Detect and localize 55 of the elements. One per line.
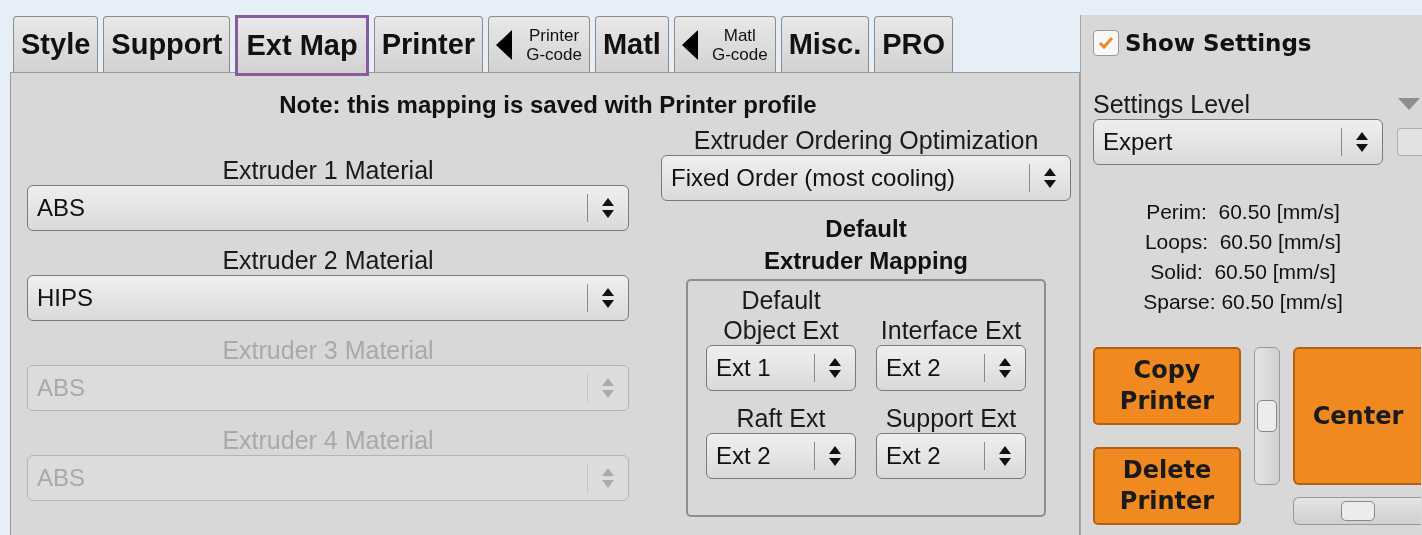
tab[interactable]: Style [13, 16, 99, 72]
tab[interactable]: Matl [594, 16, 669, 72]
slider-thumb[interactable] [1340, 501, 1375, 521]
extruder-dropdown[interactable]: Ext 1 [706, 345, 856, 391]
tab[interactable]: Printer [373, 16, 484, 72]
vertical-slider[interactable] [1254, 347, 1280, 485]
tab[interactable]: Printer G-code [488, 16, 590, 72]
down-triangle-icon[interactable] [1398, 98, 1420, 110]
checkmark-icon [1098, 36, 1114, 50]
checkbox[interactable] [1093, 30, 1119, 56]
tab[interactable]: Ext Map [235, 15, 369, 76]
tab[interactable]: Support [103, 16, 231, 72]
extruder-dropdown[interactable]: Ext 2 [876, 433, 1026, 479]
material-dropdown[interactable]: ABS [27, 185, 629, 231]
field-label: Extruder Ordering Optimization [693, 125, 1039, 155]
spinner-icon [828, 357, 842, 379]
spinner-icon [828, 445, 842, 467]
speed-text: Sparse: 60.50 [mm/s] [1143, 289, 1343, 315]
field-label: Default Object Ext [723, 285, 839, 345]
extruder-dropdown[interactable]: Ext 2 [706, 433, 856, 479]
spinner-icon [601, 197, 615, 219]
spinner-icon [601, 377, 615, 399]
speed-text: Solid: 60.50 [mm/s] [1150, 259, 1336, 285]
spinner-icon [998, 357, 1012, 379]
field-label: Raft Ext [736, 403, 826, 433]
ordering-dropdown[interactable]: Fixed Order (most cooling) [661, 155, 1071, 201]
tab[interactable]: PRO [874, 16, 954, 72]
field-label: Interface Ext [880, 315, 1022, 345]
material-dropdown[interactable]: HIPS [27, 275, 629, 321]
left-triangle-icon [681, 29, 698, 60]
spinner-icon [1043, 167, 1057, 189]
note-text: Note: this mapping is saved with Printer profile [278, 91, 818, 119]
horizontal-slider[interactable] [1293, 497, 1421, 525]
small-button[interactable] [1397, 128, 1422, 156]
section-title: Default Extruder Mapping [764, 214, 968, 276]
center-button[interactable]: Center [1293, 347, 1421, 485]
spinner-icon [601, 287, 615, 309]
left-triangle-icon [496, 29, 513, 60]
level-dropdown[interactable]: Expert [1093, 119, 1383, 165]
slider-thumb[interactable] [1257, 400, 1277, 432]
speed-text: Loops: 60.50 [mm/s] [1144, 229, 1342, 255]
spinner-icon [601, 467, 615, 489]
checkbox-label: Show Settings [1125, 30, 1312, 56]
spinner-icon [998, 445, 1012, 467]
printer-button[interactable]: Copy Printer [1093, 347, 1241, 425]
field-label: Extruder 1 Material [221, 155, 435, 185]
printer-button[interactable]: Delete Printer [1093, 447, 1241, 525]
field-label: Extruder 2 Material [221, 245, 435, 275]
extruder-dropdown[interactable]: Ext 2 [876, 345, 1026, 391]
tab[interactable]: Misc. [780, 16, 870, 72]
field-label: Settings Level [1093, 89, 1251, 119]
tab[interactable]: Matl G-code [673, 16, 776, 72]
speed-text: Perim: 60.50 [mm/s] [1146, 199, 1340, 225]
field-label: Support Ext [885, 403, 1017, 433]
spinner-icon [1355, 131, 1369, 153]
